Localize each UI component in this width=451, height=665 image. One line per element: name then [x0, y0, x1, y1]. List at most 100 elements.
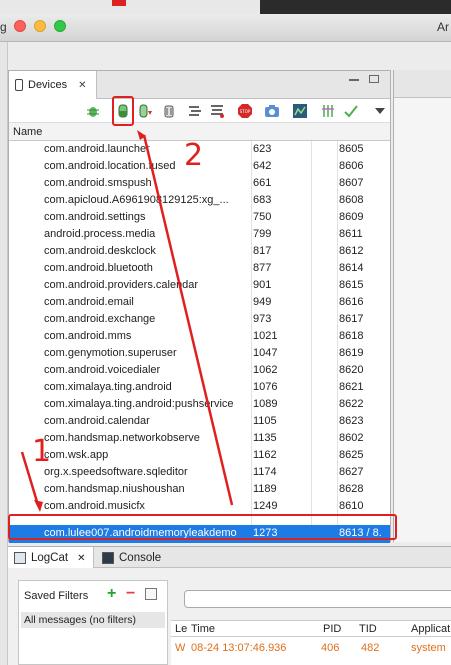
- opengl-trace-icon[interactable]: [321, 103, 337, 119]
- process-port: 8611: [339, 228, 363, 240]
- add-filter-icon[interactable]: +: [107, 585, 116, 603]
- tab-devices-label: Devices: [28, 79, 68, 91]
- process-row[interactable]: com.apicloud.A6961908129125:xg_... 683 860…: [9, 192, 390, 209]
- process-port: 8616: [339, 296, 364, 308]
- col-application[interactable]: Applicat: [411, 623, 450, 635]
- process-row[interactable]: com.android.settings 750 8609: [9, 209, 390, 226]
- process-row[interactable]: org.x.speedsoftware.sqleditor 1174 8627: [9, 464, 390, 481]
- process-row[interactable]: com.android.providers.calendar 901 8615: [9, 277, 390, 294]
- process-row[interactable]: com.android.musicfx 1249 8610: [9, 498, 390, 515]
- stop-process-icon[interactable]: STOP: [237, 103, 253, 119]
- tab-console[interactable]: Console: [96, 547, 176, 569]
- process-pid: 1249: [253, 500, 278, 512]
- process-row[interactable]: com.wsk.app 1162 8625: [9, 447, 390, 464]
- process-row[interactable]: com.genymotion.superuser 1047 8619: [9, 345, 390, 362]
- gc-trash-icon[interactable]: [161, 103, 177, 119]
- logcat-body: Saved Filters + − All messages (no filte…: [8, 568, 451, 665]
- process-port: 8620: [339, 364, 364, 376]
- process-port: 8607: [339, 177, 364, 189]
- process-pid: 1062: [253, 364, 278, 376]
- process-name: com.android.exchange: [44, 313, 156, 325]
- systrace-icon[interactable]: [292, 103, 308, 119]
- process-row[interactable]: com.android.deskclock 817 8612: [9, 243, 390, 260]
- process-pid: 1174: [253, 466, 277, 478]
- filter-list-item[interactable]: All messages (no filters): [21, 612, 165, 628]
- process-list: com.android.launcher 623 8605 com.android.…: [9, 141, 390, 543]
- process-pid: 623: [253, 143, 272, 155]
- process-port: 8617: [339, 313, 364, 325]
- log-app: system: [411, 642, 446, 654]
- process-pid: 1105: [253, 415, 277, 427]
- process-name: com.android.launcher: [44, 143, 150, 155]
- process-name: com.android.location.fused: [44, 160, 176, 172]
- process-pid: 1076: [253, 381, 278, 393]
- left-edge-text: g: [0, 20, 7, 34]
- process-port: 8605: [339, 143, 364, 155]
- col-time[interactable]: Time: [191, 623, 215, 635]
- process-port: 8610: [339, 500, 364, 512]
- hierarchy-check-icon[interactable]: [343, 103, 359, 119]
- method-profiling-icon[interactable]: [209, 103, 225, 119]
- tab-devices[interactable]: Devices ✕: [9, 71, 97, 99]
- process-row[interactable]: com.android.mms 1021 8618: [9, 328, 390, 345]
- process-name: com.android.settings: [44, 211, 146, 223]
- process-name: com.android.smspush: [44, 177, 152, 189]
- devices-toolbar: STOP: [9, 99, 390, 123]
- process-port: 8606: [339, 160, 364, 172]
- view-menu-icon[interactable]: [372, 103, 388, 119]
- window-minimize-button[interactable]: [34, 20, 46, 32]
- process-row[interactable]: com.android.calendar 1105 8623: [9, 413, 390, 430]
- close-icon[interactable]: ✕: [77, 553, 85, 564]
- process-name: com.ximalaya.ting.android: [44, 381, 172, 393]
- process-port: 8608: [339, 194, 364, 206]
- right-panel-tabbar: [394, 70, 451, 98]
- process-row[interactable]: com.ximalaya.ting.android:pushservice 108…: [9, 396, 390, 413]
- col-tid[interactable]: TID: [359, 623, 377, 635]
- edit-filter-icon[interactable]: [145, 588, 157, 600]
- process-row[interactable]: com.handsmap.networkobserve 1135 8602: [9, 430, 390, 447]
- annotation-number-2: 2: [184, 138, 204, 173]
- process-name: com.android.musicfx: [44, 500, 145, 512]
- log-level: W: [175, 642, 186, 654]
- dump-hprof-icon[interactable]: [137, 103, 153, 119]
- debug-bug-icon[interactable]: [85, 103, 101, 119]
- remove-filter-icon[interactable]: −: [126, 585, 135, 603]
- process-port: 8628: [339, 483, 364, 495]
- console-icon: [102, 552, 114, 564]
- process-row[interactable]: com.android.bluetooth 877 8614: [9, 260, 390, 277]
- process-port: 8622: [339, 398, 364, 410]
- process-pid: 1162: [253, 449, 277, 461]
- process-row[interactable]: com.handsmap.niushoushan 1189 8628: [9, 481, 390, 498]
- annotation-number-1: 1: [32, 434, 52, 469]
- update-threads-icon[interactable]: [187, 103, 203, 119]
- log-search-input[interactable]: [184, 590, 451, 608]
- process-row[interactable]: com.android.smspush 661 8607: [9, 175, 390, 192]
- log-time: 08-24 13:07:46.936: [191, 642, 287, 654]
- process-row[interactable]: com.android.exchange 973 8617: [9, 311, 390, 328]
- process-name: com.android.mms: [44, 330, 132, 342]
- tab-logcat[interactable]: LogCat ✕: [8, 547, 94, 569]
- close-icon[interactable]: ✕: [78, 80, 86, 91]
- log-pid: 406: [321, 642, 340, 654]
- log-row[interactable]: W 08-24 13:07:46.936 406 482 system: [171, 642, 451, 656]
- process-port: 8623: [339, 415, 364, 427]
- top-background-strip: [0, 0, 451, 14]
- process-row[interactable]: com.android.voicedialer 1062 8620: [9, 362, 390, 379]
- col-level[interactable]: Le: [175, 623, 187, 635]
- tab-logcat-label: LogCat: [31, 552, 69, 564]
- window-close-button[interactable]: [14, 20, 26, 32]
- process-row[interactable]: com.ximalaya.ting.android 1076 8621: [9, 379, 390, 396]
- process-name: android.process.media: [44, 228, 156, 240]
- col-pid[interactable]: PID: [323, 623, 341, 635]
- process-name: com.ximalaya.ting.android:pushservice: [44, 398, 234, 410]
- right-editor-panel: [393, 70, 451, 542]
- maximize-panel-icon[interactable]: [369, 75, 379, 83]
- process-port: 8602: [339, 432, 364, 444]
- window-maximize-button[interactable]: [54, 20, 66, 32]
- minimize-panel-icon[interactable]: [349, 79, 359, 81]
- process-pid: 1089: [253, 398, 278, 410]
- process-row[interactable]: android.process.media 799 8611: [9, 226, 390, 243]
- screen-capture-icon[interactable]: [264, 103, 280, 119]
- svg-text:STOP: STOP: [240, 109, 251, 114]
- process-row[interactable]: com.android.email 949 8616: [9, 294, 390, 311]
